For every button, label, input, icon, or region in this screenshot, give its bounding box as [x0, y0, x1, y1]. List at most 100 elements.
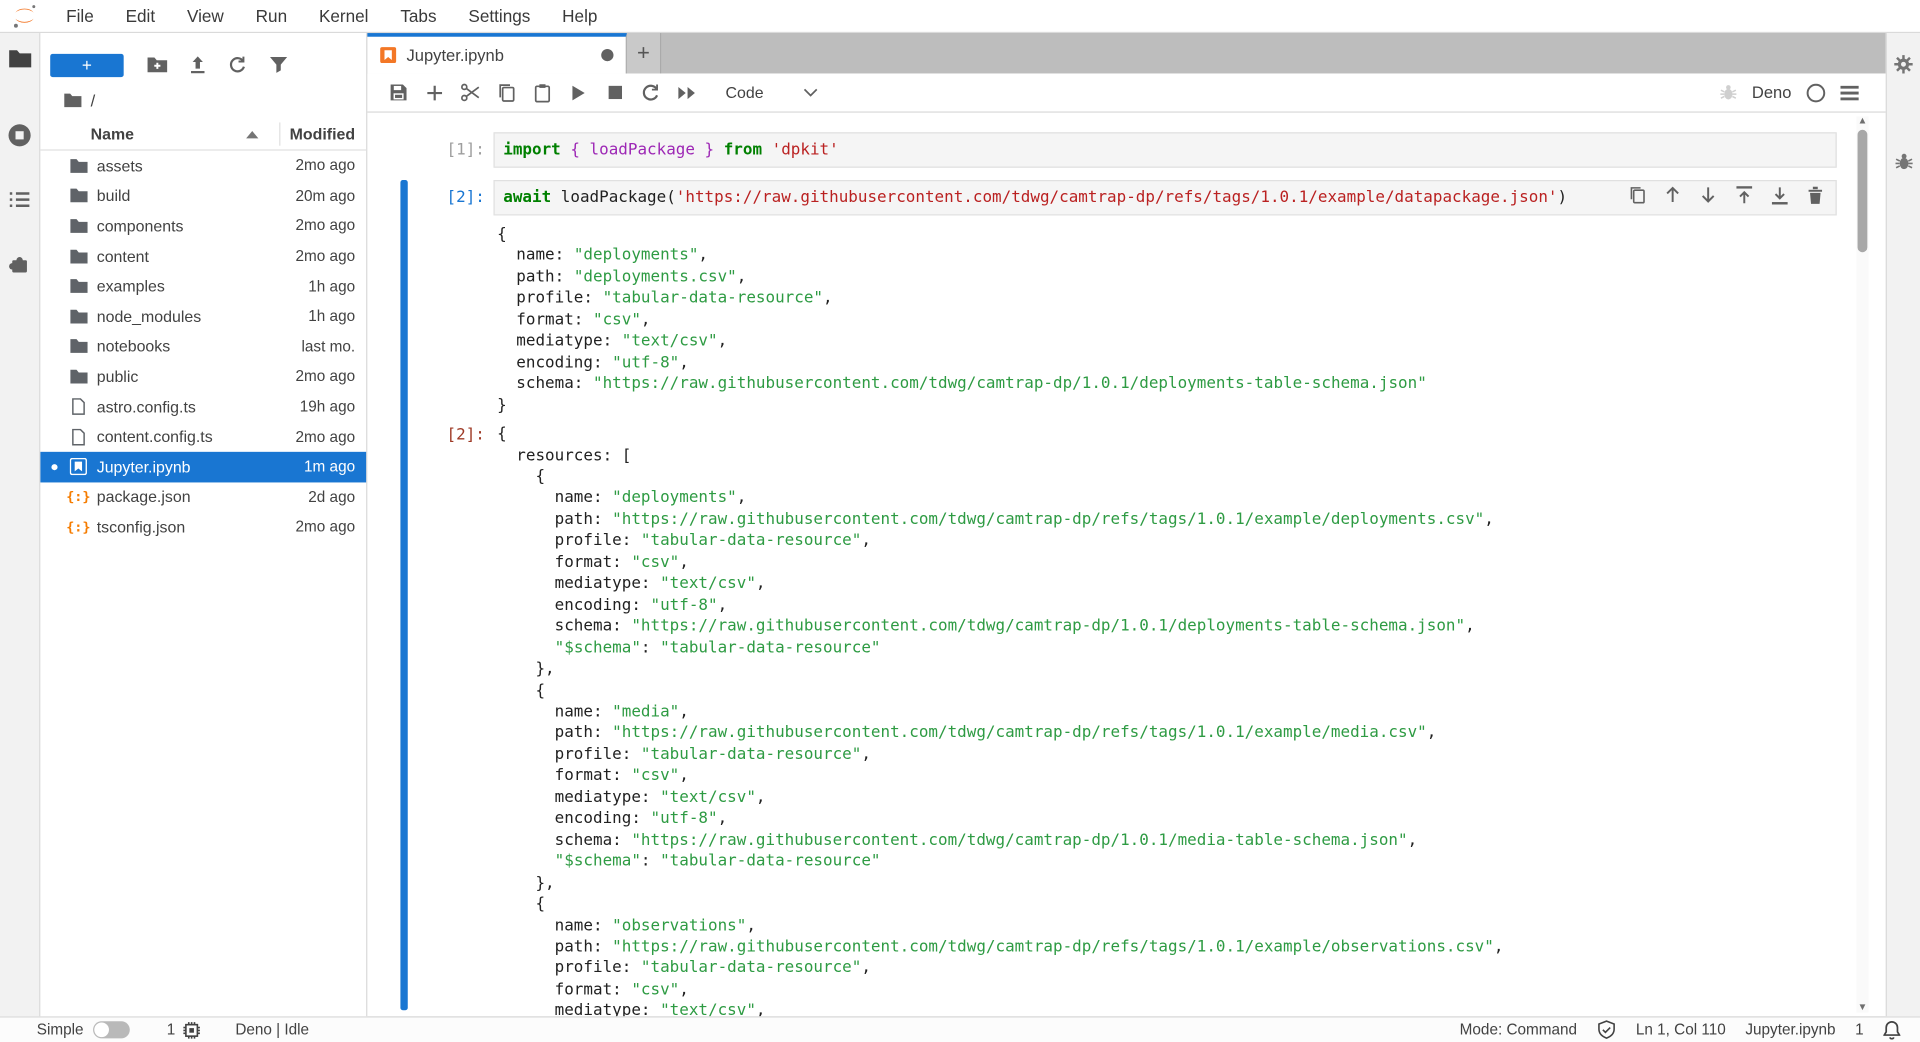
file-row-components[interactable]: components2mo ago [40, 211, 366, 241]
copy-icon[interactable] [497, 83, 517, 103]
notification-count[interactable]: 1 [1855, 1021, 1864, 1038]
simple-mode-toggle[interactable] [93, 1021, 130, 1038]
cut-icon[interactable] [460, 83, 480, 103]
file-row-assets[interactable]: assets2mo ago [40, 151, 366, 181]
folder-icon [69, 158, 89, 174]
upload-icon[interactable] [179, 53, 216, 77]
code-cell-2[interactable]: [2]: await loadPackage('https://raw.gith… [367, 180, 1885, 1016]
cell-type-dropdown[interactable]: Code [726, 83, 818, 101]
tab-label: Jupyter.ipynb [407, 46, 504, 64]
scroll-up-icon[interactable]: ▲ [1856, 116, 1868, 126]
move-cell-down-icon[interactable] [1698, 185, 1718, 205]
folder-icon [69, 369, 89, 385]
file-row-content-config-ts[interactable]: content.config.ts2mo ago [40, 422, 366, 452]
code-cell-1[interactable]: [1]: import { loadPackage } from 'dpkit' [367, 132, 1885, 168]
menu-view[interactable]: View [171, 0, 240, 32]
restart-kernel-icon[interactable] [641, 83, 661, 103]
insert-cell-above-icon[interactable] [1734, 185, 1754, 205]
toolbar-menu-icon[interactable] [1840, 85, 1858, 100]
menu-edit[interactable]: Edit [110, 0, 171, 32]
file-row-content[interactable]: content2mo ago [40, 241, 366, 271]
file-name: build [97, 187, 296, 205]
file-modified: 2mo ago [296, 247, 356, 264]
file-modified: 1h ago [308, 308, 355, 325]
menu-settings[interactable]: Settings [452, 0, 546, 32]
file-row-node-modules[interactable]: node_modules1h ago [40, 301, 366, 331]
paste-icon[interactable] [533, 83, 553, 103]
menu-tabs[interactable]: Tabs [384, 0, 452, 32]
file-modified: 1m ago [304, 458, 355, 475]
breadcrumb[interactable]: / [40, 82, 366, 119]
menu-help[interactable]: Help [546, 0, 613, 32]
debugger-bug-icon[interactable] [1719, 83, 1737, 101]
jupyterlab-window: FileEditViewRunKernelTabsSettingsHelp + [0, 0, 1920, 1042]
trust-shield-icon[interactable] [1597, 1020, 1617, 1040]
file-name: examples [97, 277, 309, 295]
file-modified: 2mo ago [296, 217, 356, 234]
stop-icon[interactable] [605, 83, 625, 103]
file-row-package-json[interactable]: {:}package.json2d ago [40, 482, 366, 512]
filter-icon[interactable] [260, 53, 297, 77]
unsaved-dot-icon [601, 49, 613, 61]
file-icon [69, 428, 89, 445]
notebook-mode[interactable]: Mode: Command [1460, 1021, 1577, 1038]
simple-mode-label: Simple [37, 1021, 84, 1038]
notebook-scrollbar[interactable]: ▲ ▼ [1856, 116, 1868, 1012]
file-name: tsconfig.json [97, 518, 296, 536]
file-row-jupyter-ipynb[interactable]: Jupyter.ipynb1m ago [40, 452, 366, 482]
file-modified: 2d ago [308, 488, 355, 505]
column-name[interactable]: Name [40, 125, 134, 143]
sort-ascending-icon[interactable] [247, 130, 259, 137]
scroll-down-icon[interactable]: ▼ [1856, 1003, 1868, 1013]
file-name: content [97, 247, 296, 265]
folder-icon [69, 308, 89, 324]
cell-1-editor[interactable]: import { loadPackage } from 'dpkit' [493, 132, 1836, 168]
new-launcher-button[interactable]: + [50, 53, 123, 76]
menu-run[interactable]: Run [240, 0, 303, 32]
file-row-tsconfig-json[interactable]: {:}tsconfig.json2mo ago [40, 512, 366, 542]
file-row-public[interactable]: public2mo ago [40, 361, 366, 391]
file-row-examples[interactable]: examples1h ago [40, 271, 366, 301]
menu-file[interactable]: File [50, 0, 109, 32]
move-cell-up-icon[interactable] [1663, 185, 1683, 205]
insert-cell-below-icon[interactable] [1769, 185, 1789, 205]
cursor-position[interactable]: Ln 1, Col 110 [1636, 1021, 1726, 1038]
running-kernels-icon[interactable] [7, 122, 31, 146]
debugger-panel-bug-icon[interactable] [1892, 151, 1914, 173]
run-icon[interactable] [569, 83, 589, 103]
right-sidebar [1886, 33, 1920, 1016]
save-icon[interactable] [388, 83, 408, 103]
kernel-status-text[interactable]: Deno | Idle [235, 1021, 309, 1038]
execution-prompt: [1]: [367, 141, 485, 159]
duplicate-cell-icon[interactable] [1627, 185, 1647, 205]
file-row-build[interactable]: build20m ago [40, 181, 366, 211]
scrollbar-thumb[interactable] [1858, 130, 1868, 252]
file-row-notebooks[interactable]: notebookslast mo. [40, 331, 366, 361]
tab-jupyter-ipynb[interactable]: Jupyter.ipynb [367, 33, 627, 73]
property-inspector-gear-icon[interactable] [1892, 53, 1914, 75]
notebook-toolbar: Code Deno [367, 73, 1885, 112]
terminals-kernels-status[interactable]: 1 [167, 1021, 201, 1039]
kernel-status-idle-icon[interactable] [1806, 83, 1826, 103]
file-modified: 2mo ago [296, 518, 356, 535]
run-all-icon[interactable] [677, 83, 697, 103]
active-cell-collapser[interactable] [400, 180, 407, 1010]
table-of-contents-icon[interactable] [7, 187, 31, 211]
extensions-icon[interactable] [7, 252, 31, 276]
kernel-name[interactable]: Deno [1752, 83, 1792, 101]
refresh-icon[interactable] [219, 53, 256, 77]
bell-icon[interactable] [1883, 1020, 1900, 1040]
new-tab-button[interactable]: + [627, 33, 661, 73]
execution-prompt: [2]: [367, 189, 485, 207]
file-row-astro-config-ts[interactable]: astro.config.ts19h ago [40, 392, 366, 422]
column-modified[interactable]: Modified [290, 125, 355, 143]
folder-icon [69, 338, 89, 354]
insert-cell-icon[interactable] [424, 83, 444, 103]
delete-cell-icon[interactable] [1805, 185, 1825, 205]
folder-icon [69, 218, 89, 234]
menu-kernel[interactable]: Kernel [303, 0, 384, 32]
cell-type-value: Code [726, 83, 764, 101]
column-divider [279, 122, 280, 145]
file-browser-tab-icon[interactable] [7, 47, 31, 71]
new-folder-icon[interactable] [138, 53, 175, 77]
